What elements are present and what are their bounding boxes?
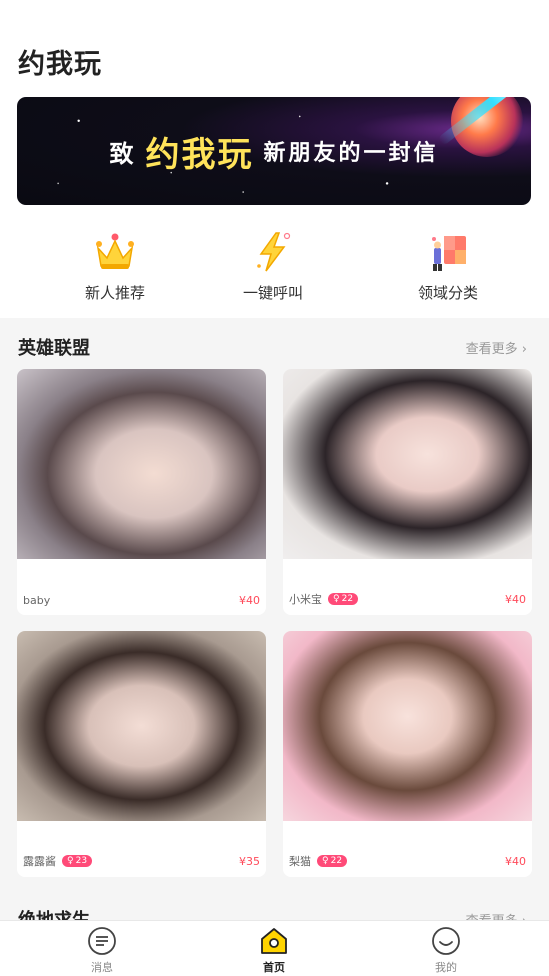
player-card[interactable]: baby ¥40 <box>17 369 266 615</box>
player-name: 梨猫 <box>289 855 311 868</box>
home-icon <box>234 925 314 957</box>
quick-new-recommend[interactable]: 新人推荐 <box>45 228 185 303</box>
card-meta: baby ¥40 <box>23 594 260 607</box>
page-title: 约我玩 <box>18 49 102 80</box>
quick-one-call[interactable]: 一键呼叫 <box>203 228 343 303</box>
banner-brand-text: 约我玩 <box>145 134 254 175</box>
banner-pre-text: 致 <box>109 138 136 168</box>
age-value: 22 <box>330 856 343 866</box>
player-photo <box>17 369 266 559</box>
lightning-icon <box>203 228 343 276</box>
message-icon <box>62 925 142 957</box>
age-badge: ♀ 22 <box>328 593 359 605</box>
player-name: baby <box>23 594 51 607</box>
player-name: 小米宝 <box>289 593 322 606</box>
card-meta: 露露酱 ♀ 23 ¥35 <box>23 853 260 869</box>
tab-profile[interactable]: 我的 <box>406 925 486 975</box>
tab-label: 首页 <box>263 961 285 974</box>
banner-headline: 致 约我玩 新朋友的一封信 <box>17 97 531 205</box>
quick-label: 新人推荐 <box>84 284 145 302</box>
player-photo <box>283 369 532 559</box>
card-meta: 梨猫 ♀ 22 ¥40 <box>289 853 526 869</box>
player-price: ¥40 <box>505 592 526 606</box>
bottom-tab-bar: 消息 首页 我的 <box>0 920 549 976</box>
player-name: 露露酱 <box>23 855 56 868</box>
age-badge: ♀ 23 <box>62 855 93 867</box>
profile-icon <box>406 925 486 957</box>
crown-icon <box>45 228 185 276</box>
quick-label: 领域分类 <box>417 284 478 302</box>
age-value: 23 <box>75 856 88 866</box>
quick-category[interactable]: 领域分类 <box>378 228 518 303</box>
age-value: 22 <box>341 594 354 604</box>
player-price: ¥35 <box>239 854 260 868</box>
player-photo <box>283 631 532 821</box>
see-more-link[interactable]: 查看更多 › <box>466 338 527 357</box>
promo-banner[interactable]: 致 约我玩 新朋友的一封信 <box>17 97 531 205</box>
player-price: ¥40 <box>505 854 526 868</box>
tab-label: 我的 <box>435 961 457 974</box>
female-icon: ♀ <box>67 856 74 866</box>
card-meta: 小米宝 ♀ 22 ¥40 <box>289 591 526 607</box>
age-badge: ♀ 22 <box>317 855 348 867</box>
tab-label: 消息 <box>91 961 113 974</box>
player-card[interactable]: 梨猫 ♀ 22 ¥40 <box>283 631 532 877</box>
tab-home[interactable]: 首页 <box>234 925 314 975</box>
tab-messages[interactable]: 消息 <box>62 925 142 975</box>
female-icon: ♀ <box>322 856 329 866</box>
female-icon: ♀ <box>333 594 340 604</box>
player-card[interactable]: 露露酱 ♀ 23 ¥35 <box>17 631 266 877</box>
category-icon <box>378 228 518 276</box>
player-photo <box>17 631 266 821</box>
banner-post-text: 新朋友的一封信 <box>263 140 439 166</box>
player-price: ¥40 <box>239 594 260 607</box>
quick-label: 一键呼叫 <box>242 284 303 302</box>
player-card[interactable]: 小米宝 ♀ 22 ¥40 <box>283 369 532 615</box>
section-title-lol: 英雄联盟 <box>18 338 90 359</box>
